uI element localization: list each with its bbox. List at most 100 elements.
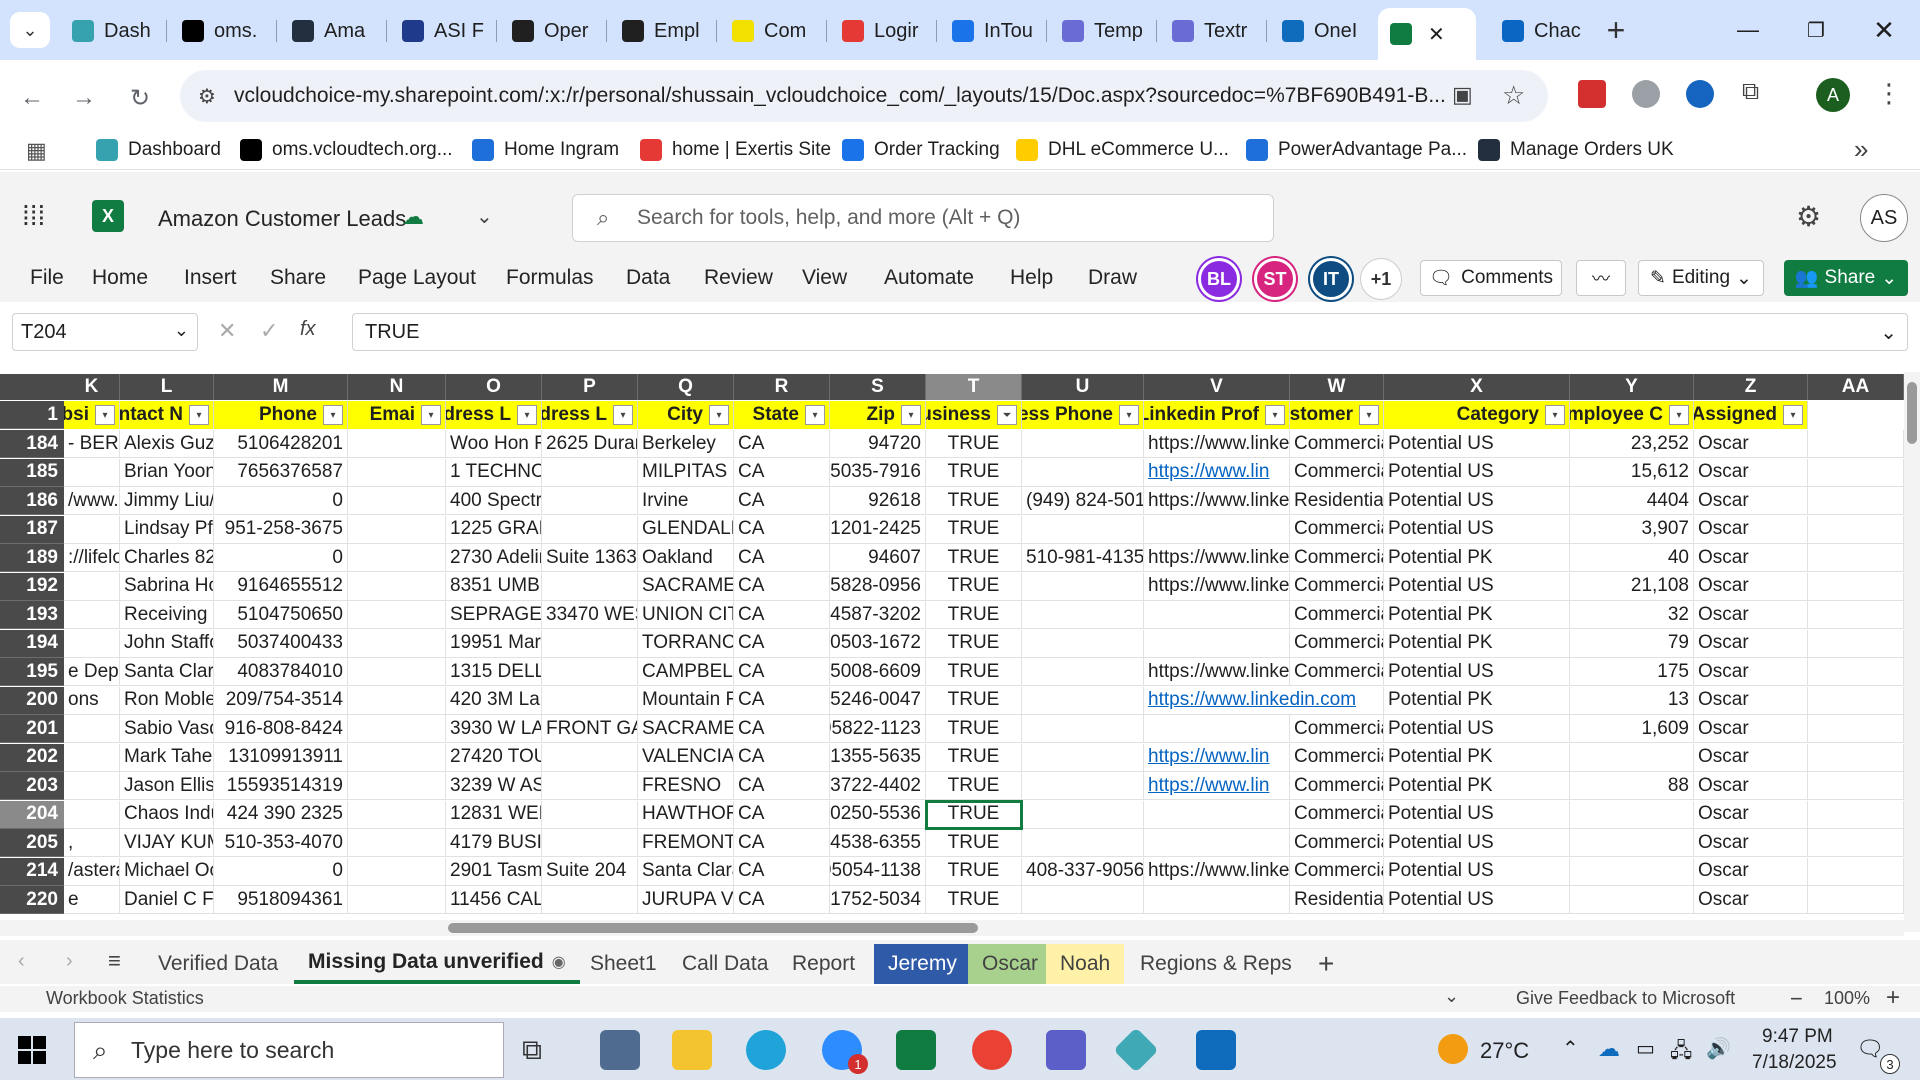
- task-view-icon[interactable]: ⧉: [522, 1034, 542, 1067]
- grid-cell[interactable]: [348, 829, 446, 857]
- grid-cell[interactable]: [542, 515, 638, 544]
- grid-cell[interactable]: 94538-6355: [830, 829, 926, 857]
- filter-header-cell[interactable]: ustomer ▾: [1290, 401, 1384, 429]
- browser-tab[interactable]: ASI F: [390, 10, 490, 52]
- grid-cell[interactable]: CA: [734, 487, 830, 515]
- grid-cell[interactable]: 0: [214, 544, 348, 572]
- zoom-out-button[interactable]: −: [1790, 986, 1803, 1012]
- coauthor-avatar[interactable]: BL: [1198, 258, 1240, 300]
- menu-share[interactable]: Share: [270, 266, 326, 290]
- weather-icon[interactable]: [1438, 1034, 1468, 1064]
- menu-help[interactable]: Help: [1010, 266, 1053, 290]
- filter-header-cell[interactable]: bsi ▾: [64, 401, 120, 429]
- filter-header-cell[interactable]: iness Phone ▾: [1022, 401, 1144, 429]
- grid-cell[interactable]: [1808, 658, 1904, 686]
- grid-cell[interactable]: Oscar: [1694, 572, 1808, 601]
- sheet-tab[interactable]: Call Data: [668, 944, 782, 984]
- grid-cell[interactable]: Oscar: [1694, 829, 1808, 857]
- globe-extension-icon[interactable]: [1632, 80, 1660, 108]
- grid-cell[interactable]: Oscar: [1694, 800, 1808, 829]
- grid-cell[interactable]: [1022, 601, 1144, 629]
- grid-cell[interactable]: /astera: [64, 857, 120, 886]
- grid-cell[interactable]: 2730 Adelir: [446, 544, 542, 572]
- grid-cell[interactable]: https://www.lin: [1144, 772, 1290, 800]
- grid-cell[interactable]: TRUE: [926, 458, 1022, 487]
- grid-cell[interactable]: [348, 430, 446, 458]
- grid-cell[interactable]: 13: [1570, 686, 1694, 715]
- grid-cell[interactable]: Commercia: [1290, 715, 1384, 743]
- menu-review[interactable]: Review: [704, 266, 773, 290]
- grid-cell[interactable]: 4083784010: [214, 658, 348, 686]
- zoom-app-icon[interactable]: 1: [822, 1030, 868, 1074]
- grid-cell[interactable]: 9518094361: [214, 886, 348, 914]
- grid-cell[interactable]: 23,252: [1570, 430, 1694, 458]
- grid-cell[interactable]: [348, 715, 446, 743]
- vpn-extension-icon[interactable]: [1686, 80, 1714, 108]
- grid-cell[interactable]: [1570, 800, 1694, 829]
- grid-cell[interactable]: [1144, 715, 1290, 743]
- grid-cell[interactable]: TRUE: [925, 799, 1023, 830]
- filter-dropdown-icon[interactable]: ⏷: [997, 405, 1017, 425]
- grid-cell[interactable]: VALENCIA: [638, 743, 734, 772]
- grid-cell[interactable]: FRESNO: [638, 772, 734, 800]
- filter-dropdown-icon[interactable]: ▾: [95, 405, 115, 425]
- grid-cell[interactable]: 19951 Mariner Ave: [446, 629, 542, 658]
- grid-cell[interactable]: UNION CIT: [638, 601, 734, 629]
- filter-dropdown-icon[interactable]: ▾: [189, 405, 209, 425]
- apps-grid-icon[interactable]: ▦: [26, 138, 47, 164]
- close-window-button[interactable]: ✕: [1860, 14, 1908, 46]
- sheet-tab[interactable]: Regions & Reps: [1126, 944, 1306, 984]
- grid-cell[interactable]: Commercia: [1290, 629, 1384, 658]
- grid-cell[interactable]: 3,907: [1570, 515, 1694, 544]
- settings-gear-icon[interactable]: ⚙: [1796, 200, 1821, 233]
- row-header[interactable]: 184: [0, 430, 64, 458]
- grid-cell[interactable]: Oscar: [1694, 743, 1808, 772]
- column-header-t[interactable]: T: [926, 374, 1022, 400]
- outlook-icon[interactable]: [1196, 1030, 1236, 1070]
- browser-tab[interactable]: Oper: [500, 10, 600, 52]
- row-header[interactable]: 194: [0, 629, 64, 658]
- all-sheets-menu-icon[interactable]: ≡: [108, 948, 121, 974]
- grid-cell[interactable]: TRUE: [926, 572, 1022, 601]
- grid-cell[interactable]: [1808, 686, 1904, 715]
- grid-cell[interactable]: 33470 WES: [542, 601, 638, 629]
- grid-cell[interactable]: 400 Spectrum Center D: [446, 487, 542, 515]
- row-header[interactable]: 201: [0, 715, 64, 743]
- grid-cell[interactable]: - BERI: [64, 430, 120, 458]
- status-chevron-icon[interactable]: ⌄: [1444, 986, 1459, 1007]
- grid-cell[interactable]: CA: [734, 658, 830, 686]
- grid-cell[interactable]: 21,108: [1570, 572, 1694, 601]
- sheet-tab[interactable]: Report: [778, 944, 869, 984]
- grid-cell[interactable]: TRUE: [926, 601, 1022, 629]
- grid-cell[interactable]: e: [64, 886, 120, 914]
- formula-input[interactable]: TRUE ⌄: [352, 313, 1908, 351]
- grid-cell[interactable]: CA: [734, 458, 830, 487]
- grid-cell[interactable]: [348, 515, 446, 544]
- sheet-tab[interactable]: Noah: [1046, 944, 1125, 984]
- grid-cell[interactable]: 88: [1570, 772, 1694, 800]
- grid-cell[interactable]: Brian Yoon: [120, 458, 214, 487]
- row-header[interactable]: 193: [0, 601, 64, 629]
- column-header-o[interactable]: O: [446, 374, 542, 400]
- grid-cell[interactable]: [542, 487, 638, 515]
- row-header[interactable]: 220: [0, 886, 64, 914]
- grid-cell[interactable]: [542, 629, 638, 658]
- grid-cell[interactable]: TRUE: [926, 544, 1022, 572]
- grid-cell[interactable]: TRUE: [926, 658, 1022, 686]
- network-icon[interactable]: 🖧: [1670, 1036, 1692, 1070]
- column-header-p[interactable]: P: [542, 374, 638, 400]
- bookmark-star-icon[interactable]: ☆: [1502, 80, 1530, 110]
- grid-cell[interactable]: SEPRAGEI: [446, 601, 542, 629]
- cancel-formula-icon[interactable]: ✕: [218, 318, 236, 344]
- grid-cell[interactable]: https://www.linkec: [1144, 487, 1290, 515]
- grid-cell[interactable]: 424 390 2325: [214, 800, 348, 829]
- grid-cell[interactable]: [1808, 772, 1904, 800]
- grid-cell[interactable]: Potential US: [1384, 715, 1570, 743]
- grid-cell[interactable]: Commercia: [1290, 743, 1384, 772]
- filter-header-cell[interactable]: business ⏷: [926, 401, 1022, 429]
- add-sheet-button[interactable]: +: [1304, 944, 1348, 984]
- extensions-puzzle-icon[interactable]: ⧉: [1742, 78, 1772, 108]
- taskbar-search[interactable]: ⌕ Type here to search: [74, 1022, 504, 1078]
- column-header-m[interactable]: M: [214, 374, 348, 400]
- file-explorer-icon[interactable]: [672, 1030, 712, 1070]
